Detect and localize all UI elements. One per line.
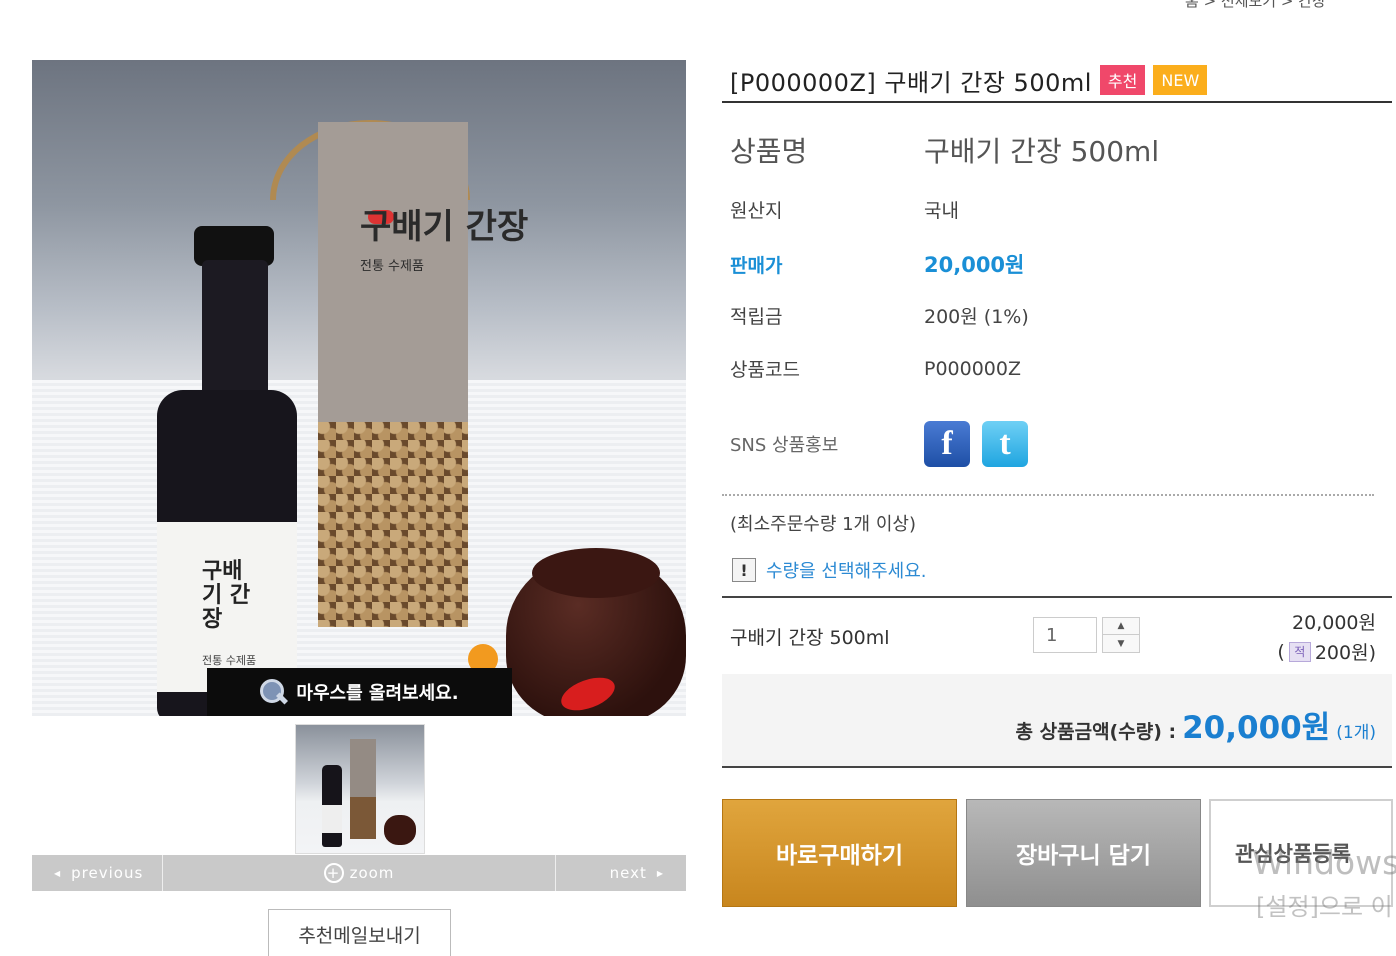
image-box-text: 구배기 간장 전통 수제품 — [360, 207, 529, 274]
image-nav: ◀ previous + zoom next ▶ — [32, 855, 686, 891]
quantity-notice: ! 수량을 선택해주세요. — [732, 557, 926, 583]
product-name-value: 구배기 간장 500ml — [924, 135, 1160, 168]
thumb-bottle-label — [322, 805, 342, 833]
total-amount: 20,000원 — [1182, 710, 1331, 746]
total-box: 총 상품금액(수량) : 20,000원 (1개) — [722, 674, 1392, 768]
points-value: 200원 (1%) — [924, 306, 1029, 328]
quantity-stepper[interactable]: ▲ ▼ — [1102, 617, 1140, 653]
stepper-up-icon[interactable]: ▲ — [1103, 618, 1139, 635]
section-divider — [722, 494, 1374, 496]
next-button[interactable]: next ▶ — [556, 855, 686, 891]
previous-label: previous — [71, 864, 144, 882]
price-row: 판매가 20,000원 — [730, 249, 1024, 279]
points-row: 적립금 200원 (1%) — [730, 302, 1029, 329]
option-points-open: ( — [1277, 640, 1285, 663]
origin-row: 원산지 국내 — [730, 196, 959, 223]
option-name: 구배기 간장 500ml — [730, 627, 890, 649]
min-order-note: (최소주문수량 1개 이상) — [730, 514, 916, 535]
origin-value: 국내 — [924, 200, 959, 222]
windows-activation-watermark: Windows — [1252, 843, 1396, 882]
total-label: 총 상품금액(수량) : — [1015, 721, 1177, 743]
thumb-jar — [384, 815, 416, 845]
plus-circle-icon: + — [323, 863, 344, 883]
buy-now-button[interactable]: 바로구매하기 — [722, 799, 957, 907]
product-main-image[interactable]: 구배기 간장 전통 수제품 구배기 간장 전통 수제품 — [32, 60, 686, 716]
chevron-right-icon: ▶ — [656, 868, 664, 878]
option-points-value: 200원) — [1314, 642, 1376, 664]
quantity-input[interactable]: 1 — [1033, 617, 1097, 653]
total-summary: 총 상품금액(수량) : 20,000원 (1개) — [1016, 702, 1376, 747]
recommend-mail-button[interactable]: 추천메일보내기 — [268, 909, 451, 956]
image-bottle-text: 구배기 간장 전통 수제품 — [202, 559, 257, 667]
quantity-notice-text: 수량을 선택해주세요. — [766, 561, 927, 582]
price-value: 20,000원 — [924, 253, 1025, 277]
add-cart-button[interactable]: 장바구니 담기 — [966, 799, 1201, 907]
product-title-row: [P000000Z] 구배기 간장 500ml 추천 NEW — [730, 60, 1392, 100]
image-soybeans — [318, 422, 468, 627]
breadcrumb: 홈 > 전체보기 > 간장 — [1185, 0, 1326, 10]
magnifier-icon — [260, 679, 286, 705]
product-title: [P000000Z] 구배기 간장 500ml — [730, 68, 1092, 97]
product-code-label: 상품코드 — [730, 359, 800, 381]
product-name-label: 상품명 — [730, 135, 808, 168]
new-badge: NEW — [1153, 65, 1208, 95]
zoom-hint: 마우스를 올려보세요. — [207, 668, 512, 716]
next-label: next — [609, 864, 647, 882]
origin-label: 원산지 — [730, 200, 783, 222]
product-code-row: 상품코드 P000000Z — [730, 355, 1021, 382]
stepper-down-icon[interactable]: ▼ — [1103, 635, 1139, 652]
zoom-hint-text: 마우스를 올려보세요. — [296, 683, 459, 704]
warning-icon: ! — [732, 558, 756, 582]
points-label: 적립금 — [730, 306, 783, 328]
total-count: (1개) — [1336, 723, 1376, 743]
sns-label: SNS 상품홍보 — [730, 435, 839, 456]
point-icon: 적 — [1288, 641, 1311, 662]
sns-row: SNS 상품홍보 f t — [730, 421, 1034, 467]
option-price: 20,000원 — [1292, 612, 1376, 634]
product-thumbnail[interactable] — [295, 724, 425, 854]
previous-button[interactable]: ◀ previous — [32, 855, 163, 891]
twitter-icon[interactable]: t — [982, 421, 1029, 467]
thumb-beans — [350, 797, 376, 839]
product-code-value: P000000Z — [924, 357, 1022, 380]
sns-buttons: f t — [924, 421, 1034, 467]
chevron-left-icon: ◀ — [54, 868, 62, 878]
windows-activation-subtext: [설정]으로 이 — [1256, 893, 1393, 921]
option-points: ( 적 200원) — [1277, 638, 1376, 665]
zoom-label: zoom — [349, 864, 395, 882]
image-crock-lid — [532, 548, 660, 598]
option-row: 구배기 간장 500ml 1 ▲ ▼ 20,000원 ( 적 200원) — [722, 598, 1392, 674]
title-divider — [722, 101, 1392, 103]
product-name-row: 상품명 구배기 간장 500ml — [730, 130, 1159, 170]
zoom-button[interactable]: + zoom — [163, 855, 556, 891]
facebook-icon[interactable]: f — [924, 421, 970, 467]
price-label: 판매가 — [730, 254, 783, 277]
recommend-badge: 추천 — [1099, 65, 1146, 95]
